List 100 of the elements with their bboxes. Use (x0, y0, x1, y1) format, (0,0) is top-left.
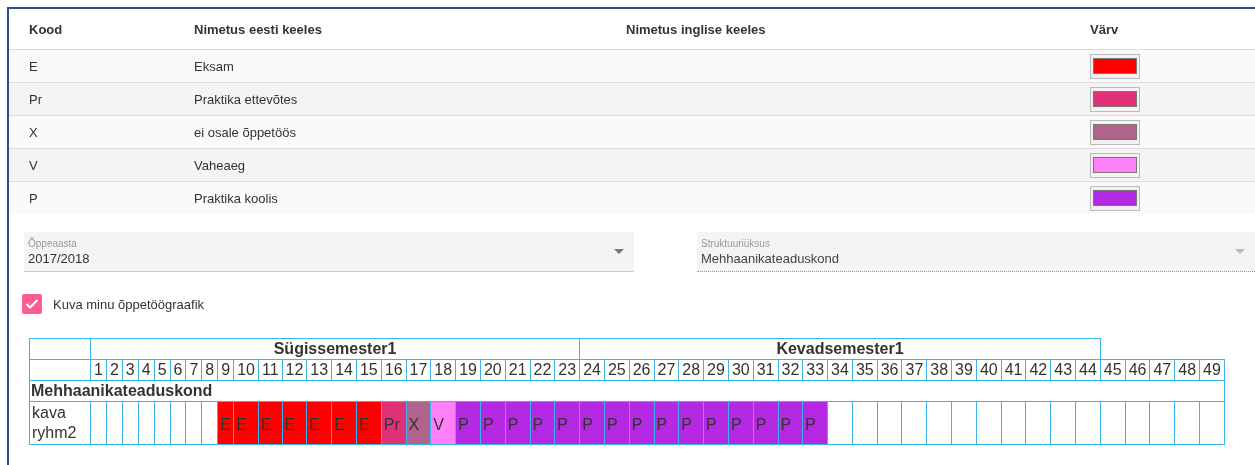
schedule-cell (827, 401, 853, 445)
schedule-cell (1174, 401, 1200, 445)
week-number: 17 (406, 359, 431, 381)
week-number: 40 (976, 359, 1002, 381)
column-header: Kood (9, 9, 194, 50)
field-label: Õppeaasta (28, 237, 78, 249)
schedule-cell (902, 401, 927, 445)
check-icon (25, 298, 39, 310)
week-number: 18 (430, 359, 456, 381)
caret-icon (1235, 249, 1245, 254)
week-number: 13 (306, 359, 332, 381)
week-number: 44 (1075, 359, 1101, 381)
schedule-cell (201, 401, 218, 445)
week-number: 41 (1001, 359, 1026, 381)
week-number: 24 (579, 359, 605, 381)
schedule-cell (1050, 401, 1076, 445)
schedule-cell (976, 401, 1002, 445)
week-number: 31 (753, 359, 778, 381)
name-text: Praktika ettevõtes (194, 91, 298, 107)
name-text: Eksam (194, 58, 234, 74)
caret-icon (614, 249, 624, 254)
week-number: 48 (1174, 359, 1200, 381)
checkbox-label[interactable]: Kuva minu õppetöögraafik (53, 296, 205, 312)
week-number: 27 (654, 359, 679, 381)
week-number: 26 (629, 359, 654, 381)
week-number: 11 (258, 359, 283, 381)
code-text: V (29, 157, 38, 173)
schedule-cell (122, 401, 139, 445)
schedule-cell (1025, 401, 1051, 445)
code-text: X (29, 124, 38, 140)
schedule-cell (951, 401, 977, 445)
week-number: 14 (331, 359, 357, 381)
code-text: P (29, 190, 38, 206)
schedule-cell (90, 401, 107, 445)
schedule-cell (877, 401, 902, 445)
week-number: 8 (201, 359, 218, 381)
week-number: 35 (852, 359, 878, 381)
week-number: 9 (217, 359, 234, 381)
week-number: 5 (154, 359, 171, 381)
select-field[interactable]: Õppeaasta 2017/2018 (24, 232, 634, 272)
group-label: kava ryhm2 (29, 401, 91, 445)
schedule-cell (170, 401, 186, 445)
week-number: 33 (802, 359, 828, 381)
week-number: 38 (926, 359, 952, 381)
week-number: 37 (902, 359, 927, 381)
name-text: ei osale õppetöös (194, 124, 296, 140)
week-number: 7 (185, 359, 202, 381)
week-number: 47 (1149, 359, 1175, 381)
week-number: 2 (106, 359, 123, 381)
schedule-cell (1199, 401, 1225, 445)
week-number: 25 (604, 359, 630, 381)
week-number: 20 (480, 359, 506, 381)
week-number: 29 (703, 359, 729, 381)
week-number: 21 (505, 359, 531, 381)
schedule-cell (138, 401, 155, 445)
schedule-cell (1001, 401, 1026, 445)
schedule-cell (1075, 401, 1101, 445)
unit-row: Mehhaanikateaduskond (29, 380, 1225, 402)
week-number: 30 (728, 359, 754, 381)
name-text: Vaheaeg (194, 157, 246, 173)
week-number: 12 (282, 359, 307, 381)
schedule-cell (1149, 401, 1175, 445)
color-swatch[interactable] (1090, 185, 1140, 211)
week-number: 43 (1050, 359, 1076, 381)
schedule-cell (106, 401, 123, 445)
schedule-cell (1100, 401, 1126, 445)
week-number: 42 (1025, 359, 1051, 381)
semester-header: Sügissemester1 (90, 338, 580, 360)
week-number: 36 (877, 359, 902, 381)
schedule-cell (1125, 401, 1150, 445)
week-number: 49 (1199, 359, 1225, 381)
week-number: 3 (122, 359, 139, 381)
week-number: 4 (138, 359, 155, 381)
code-text: Pr (29, 91, 42, 107)
week-number: 19 (455, 359, 481, 381)
column-header: Värv (1090, 9, 1255, 50)
week-number: 15 (356, 359, 382, 381)
week-number: 22 (530, 359, 555, 381)
field-label: Struktuuriüksus (701, 237, 771, 249)
week-number: 10 (233, 359, 259, 381)
semester-header: Kevadsemester1 (579, 338, 1101, 360)
name-text: Praktika koolis (194, 190, 278, 206)
color-swatch[interactable] (1090, 53, 1140, 79)
week-number: 46 (1125, 359, 1150, 381)
color-swatch[interactable] (1090, 86, 1140, 112)
week-number: 34 (827, 359, 853, 381)
schedule-cell (185, 401, 202, 445)
week-number: 23 (554, 359, 580, 381)
week-number: 39 (951, 359, 977, 381)
week-number: 28 (678, 359, 704, 381)
color-swatch[interactable] (1090, 152, 1140, 178)
week-number: 6 (170, 359, 186, 381)
schedule-cell (852, 401, 878, 445)
schedule-cell (926, 401, 952, 445)
checkbox[interactable] (22, 294, 42, 314)
week-number: 1 (90, 359, 107, 381)
color-swatch[interactable] (1090, 119, 1140, 145)
week-number: 16 (381, 359, 407, 381)
week-number: 45 (1100, 359, 1126, 381)
column-header: Nimetus inglise keeles (626, 9, 1090, 50)
